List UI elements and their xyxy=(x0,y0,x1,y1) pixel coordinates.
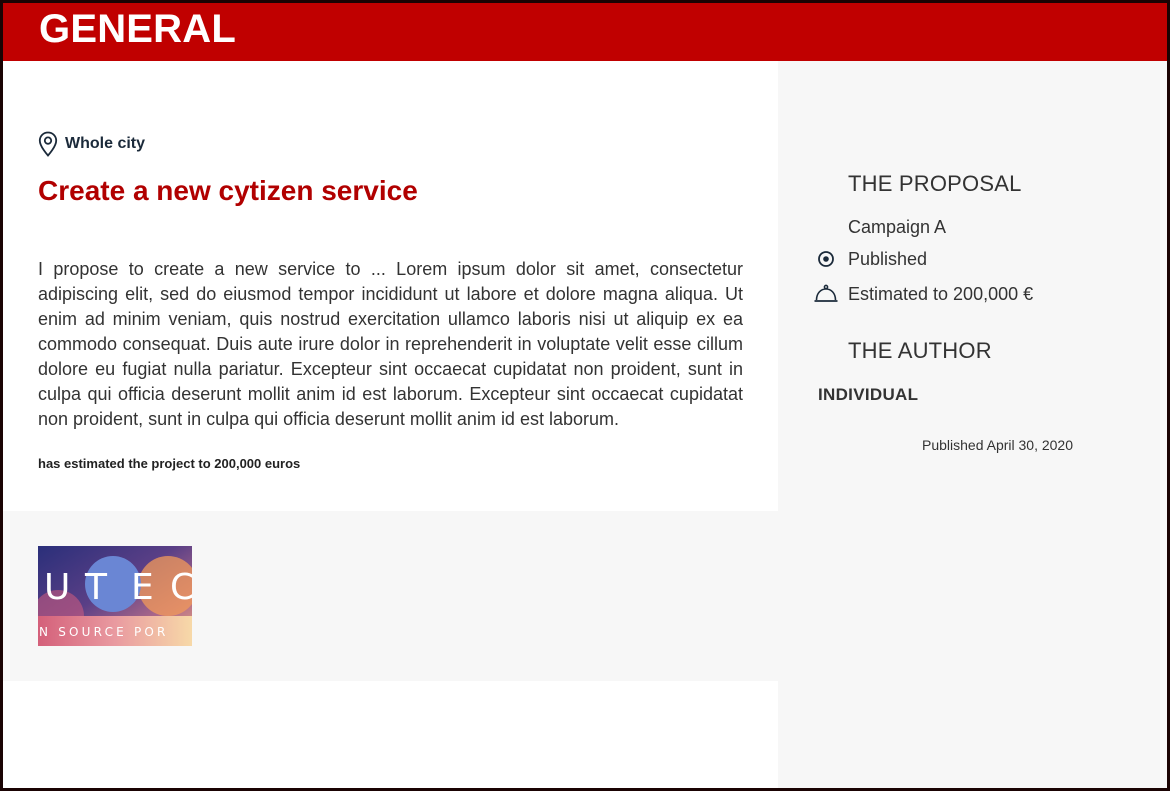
status-label: Published xyxy=(848,248,928,269)
estimate-row: Estimated to 200,000 € xyxy=(813,281,1033,307)
target-dot-icon xyxy=(813,246,839,272)
page-frame: GENERAL Whole city Create a new cytizen … xyxy=(0,0,1170,791)
thumb-letter-e: E xyxy=(131,567,154,608)
estimate-note: has estimated the project to 200,000 eur… xyxy=(38,456,301,471)
thumb-caption: N SOURCE POR xyxy=(39,625,169,639)
attachment-gallery: U T E C N SOURCE POR xyxy=(3,511,778,681)
proposal-body: I propose to create a new service to ...… xyxy=(38,259,743,429)
thumb-letter-t: T xyxy=(84,567,108,608)
thumb-letter-c: C xyxy=(170,567,192,608)
service-bell-icon xyxy=(813,281,839,307)
published-date: Published April 30, 2020 xyxy=(922,437,1073,453)
attachment-thumbnail[interactable]: U T E C N SOURCE POR xyxy=(38,546,192,646)
estimate-label: Estimated to 200,000 € xyxy=(848,283,1034,304)
section-header-bar: GENERAL xyxy=(3,3,1167,61)
status-row: Published xyxy=(813,246,927,272)
location-label: Whole city xyxy=(65,135,146,152)
section-title: GENERAL xyxy=(39,7,236,51)
thumb-letter-u: U xyxy=(44,567,70,608)
proposal-heading: THE PROPOSAL xyxy=(848,171,1022,196)
proposal-main: Whole city Create a new cytizen service … xyxy=(3,61,778,511)
proposal-title: Create a new cytizen service xyxy=(38,175,418,206)
author-heading: THE AUTHOR xyxy=(848,338,992,363)
author-type: INDIVIDUAL xyxy=(818,385,919,404)
proposal-sidebar: THE PROPOSAL Campaign A Published Estima… xyxy=(778,61,1167,788)
campaign-link[interactable]: Campaign A xyxy=(848,217,946,238)
map-pin-icon xyxy=(38,131,58,157)
proposal-location: Whole city xyxy=(38,131,145,157)
